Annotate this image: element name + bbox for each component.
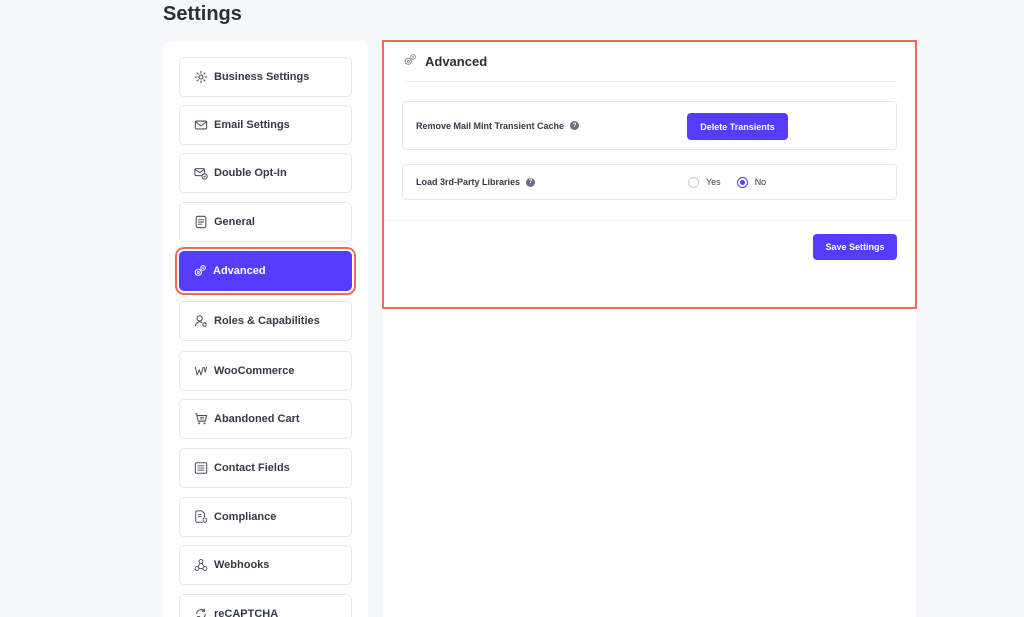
divider xyxy=(383,220,916,221)
sidebar-item-label: Roles & Capabilities xyxy=(214,315,320,327)
gears-icon xyxy=(192,264,207,279)
transient-cache-row: Remove Mail Mint Transient Cache ? Delet… xyxy=(402,101,897,150)
sidebar-item-abandoned-cart[interactable]: Abandoned Cart xyxy=(179,399,352,439)
sidebar-item-label: Advanced xyxy=(213,265,266,277)
page-title: Settings xyxy=(163,3,242,25)
document-icon xyxy=(193,215,208,230)
woocommerce-icon xyxy=(193,364,208,379)
recaptcha-icon xyxy=(193,607,208,617)
sidebar-item-double-opt-in[interactable]: Double Opt-In xyxy=(179,153,352,193)
sidebar-item-woocommerce[interactable]: WooCommerce xyxy=(179,351,352,391)
save-settings-button[interactable]: Save Settings xyxy=(813,234,897,260)
sidebar-item-recaptcha[interactable]: reCAPTCHA xyxy=(179,594,352,617)
radio-yes[interactable] xyxy=(688,176,699,188)
envelope-check-icon xyxy=(193,166,208,181)
sidebar-item-business-settings[interactable]: Business Settings xyxy=(179,57,352,97)
sidebar-item-contact-fields[interactable]: Contact Fields xyxy=(179,448,352,488)
sidebar-item-label: Abandoned Cart xyxy=(214,413,300,425)
sidebar-item-label: Double Opt-In xyxy=(214,167,287,179)
delete-transients-button[interactable]: Delete Transients xyxy=(687,113,788,140)
sidebar-item-label: Contact Fields xyxy=(214,462,290,474)
gears-icon xyxy=(403,53,419,69)
user-gear-icon xyxy=(193,314,208,329)
sidebar-item-webhooks[interactable]: Webhooks xyxy=(179,545,352,585)
sidebar-item-compliance[interactable]: Compliance xyxy=(179,497,352,537)
transient-cache-label: Remove Mail Mint Transient Cache xyxy=(416,120,565,131)
sidebar-item-general[interactable]: General xyxy=(179,202,352,242)
list-icon xyxy=(193,461,208,476)
help-icon[interactable]: ? xyxy=(570,121,580,130)
sidebar-item-email-settings[interactable]: Email Settings xyxy=(179,105,352,145)
help-icon[interactable]: ? xyxy=(526,177,536,187)
sidebar-item-label: Business Settings xyxy=(214,71,310,83)
sidebar-item-label: Email Settings xyxy=(214,119,290,131)
envelope-icon xyxy=(193,118,208,133)
webhook-icon xyxy=(193,558,208,573)
sidebar-item-label: Compliance xyxy=(214,511,277,523)
gear-icon xyxy=(193,70,208,85)
advanced-settings-panel: Advanced Remove Mail Mint Transient Cach… xyxy=(383,41,916,617)
sidebar-item-roles-capabilities[interactable]: Roles & Capabilities xyxy=(179,301,352,341)
cart-icon xyxy=(193,412,208,427)
settings-sidebar: Business Settings Email Settings Double … xyxy=(163,41,368,617)
sidebar-item-advanced[interactable]: Advanced xyxy=(179,251,352,291)
third-party-libraries-label: Load 3rd-Party Libraries xyxy=(416,177,521,187)
sidebar-item-label: Webhooks xyxy=(214,559,270,571)
shield-document-icon xyxy=(193,510,208,525)
radio-no-label[interactable]: No xyxy=(755,177,767,187)
sidebar-item-label: reCAPTCHA xyxy=(214,608,279,617)
third-party-libraries-row: Load 3rd-Party Libraries ? Yes No xyxy=(402,164,897,200)
radio-no[interactable] xyxy=(736,176,748,188)
libraries-radio-group: Yes No xyxy=(688,176,782,188)
panel-title: Advanced xyxy=(425,53,488,69)
sidebar-item-label: General xyxy=(214,216,255,228)
radio-yes-label[interactable]: Yes xyxy=(706,177,721,187)
panel-header: Advanced xyxy=(403,41,896,82)
sidebar-item-label: WooCommerce xyxy=(214,365,295,377)
